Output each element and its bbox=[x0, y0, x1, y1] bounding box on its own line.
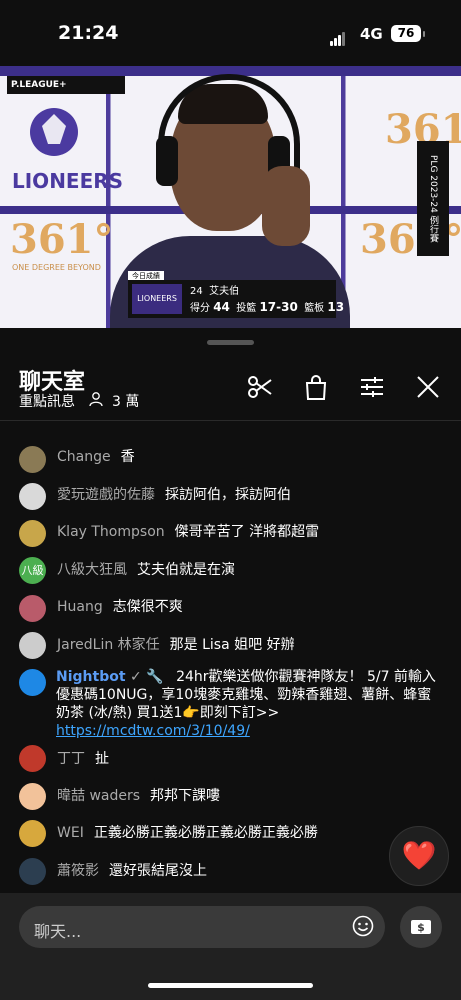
chat-message-nightbot: Nightbot ✓ 🔧 24hr歡樂送做你觀賽神隊友！ 5/7 前輸入優惠碼1… bbox=[56, 668, 441, 740]
chat-message: JaredLin 林家任 那是 Lisa 姐吧 好辦 bbox=[57, 636, 295, 654]
super-chat-button[interactable]: $ bbox=[400, 906, 442, 948]
message-text: 那是 Lisa 姐吧 好辦 bbox=[169, 637, 295, 653]
avatar[interactable] bbox=[19, 783, 46, 810]
dollar-icon: $ bbox=[411, 920, 431, 934]
headphone-cup bbox=[156, 136, 178, 186]
message-author[interactable]: Klay Thompson bbox=[57, 524, 165, 540]
home-indicator bbox=[148, 983, 313, 988]
chat-message: WEI 正義必勝正義必勝正義必勝正義必勝 bbox=[57, 824, 318, 842]
player-hand bbox=[262, 166, 310, 246]
message-text: 扯 bbox=[95, 751, 109, 767]
status-time: 21:24 bbox=[58, 22, 119, 44]
message-text: 正義必勝正義必勝正義必勝正義必勝 bbox=[93, 825, 318, 841]
avatar[interactable] bbox=[19, 858, 46, 885]
avatar[interactable] bbox=[19, 820, 46, 847]
chat-message: 丁丁扯 bbox=[57, 750, 109, 768]
message-text: 傑哥辛苦了 洋將都超雷 bbox=[174, 524, 320, 540]
chat-message: 愛玩遊戲的佐藤 採訪阿伯，採訪阿伯 bbox=[57, 486, 291, 504]
season-tag: PLG 2023-24 例行賽 bbox=[417, 141, 449, 256]
player-number: 24 bbox=[190, 286, 203, 297]
reb-value: 13 bbox=[327, 300, 345, 314]
chat-input-placeholder: 聊天... bbox=[34, 922, 82, 941]
chat-message: 暐喆 waders 邦邦下課嘍 bbox=[57, 787, 220, 805]
shopping-bag-icon[interactable] bbox=[302, 373, 330, 401]
chat-message: 八級大狂風 艾夫伯就是在演 bbox=[57, 561, 235, 579]
player-name: 艾夫伯 bbox=[209, 286, 240, 297]
message-author[interactable]: Change bbox=[57, 449, 111, 465]
avatar[interactable] bbox=[19, 483, 46, 510]
nightbot-avatar[interactable] bbox=[19, 669, 46, 696]
sponsor-tag: ONE DEGREE BEYOND bbox=[12, 263, 101, 272]
verified-icon: ✓ bbox=[129, 669, 142, 685]
reb-label: 籃板 bbox=[304, 303, 325, 314]
avatar[interactable] bbox=[19, 520, 46, 547]
chat-message: Huang 志傑很不爽 bbox=[57, 598, 183, 616]
team-logo: LIONEERS bbox=[12, 104, 124, 194]
network-label: 4G bbox=[360, 25, 383, 43]
message-author[interactable]: 愛玩遊戲的佐藤 bbox=[57, 487, 155, 503]
message-author[interactable]: WEI bbox=[57, 825, 84, 841]
message-author[interactable]: 丁丁 bbox=[57, 751, 85, 767]
drag-handle[interactable] bbox=[207, 340, 254, 345]
chat-message: Klay Thompson 傑哥辛苦了 洋將都超雷 bbox=[57, 523, 319, 541]
battery-tip bbox=[423, 31, 425, 37]
message-text: 志傑很不爽 bbox=[112, 599, 183, 615]
avatar[interactable] bbox=[19, 446, 46, 473]
avatar[interactable] bbox=[19, 595, 46, 622]
avatar[interactable] bbox=[19, 632, 46, 659]
message-author[interactable]: 八級大狂風 bbox=[57, 562, 127, 578]
scoreboard-player: 24 艾夫伯 bbox=[190, 282, 239, 297]
chat-message: 蕭筱影 還好張結尾沒上 bbox=[57, 862, 207, 880]
league-logo: P.LEAGUE+ bbox=[7, 76, 125, 94]
signal-icon bbox=[330, 27, 346, 46]
fg-value: 17-30 bbox=[259, 300, 298, 314]
header-divider bbox=[0, 420, 461, 421]
heart-reaction-button[interactable]: ❤️ bbox=[389, 826, 449, 886]
message-text: 艾夫伯就是在演 bbox=[137, 562, 235, 578]
avatar[interactable]: 八級 bbox=[19, 557, 46, 584]
points-label: 得分 bbox=[190, 303, 210, 314]
message-author[interactable]: Huang bbox=[57, 599, 103, 615]
chat-message: Change 香 bbox=[57, 448, 135, 466]
chat-mode-dropdown[interactable]: 重點訊息 bbox=[19, 391, 75, 411]
emoji-icon[interactable] bbox=[352, 915, 374, 937]
filter-icon[interactable] bbox=[358, 373, 386, 401]
message-author[interactable]: 蕭筱影 bbox=[57, 863, 99, 879]
message-text: 香 bbox=[120, 449, 135, 465]
promo-link[interactable]: https://mcdtw.com/3/10/49/ bbox=[56, 723, 250, 739]
scissors-icon[interactable] bbox=[246, 373, 274, 401]
video-player[interactable]: P.LEAGUE+ LIONEERS 361° ONE DEGREE BEYON… bbox=[0, 66, 461, 328]
message-text: 採訪阿伯，採訪阿伯 bbox=[165, 487, 291, 503]
viewer-count: 3 萬 bbox=[112, 394, 140, 410]
message-author[interactable]: Nightbot bbox=[56, 669, 126, 685]
svg-text:$: $ bbox=[417, 921, 425, 934]
fg-label: 投籃 bbox=[236, 303, 257, 314]
message-author[interactable]: 暐喆 waders bbox=[57, 788, 140, 804]
team-logo-text: LIONEERS bbox=[12, 169, 124, 193]
close-icon[interactable] bbox=[414, 373, 442, 401]
battery-icon: 76 bbox=[391, 25, 421, 42]
message-author[interactable]: JaredLin 林家任 bbox=[57, 637, 160, 653]
points-value: 44 bbox=[213, 300, 230, 314]
avatar[interactable] bbox=[19, 745, 46, 772]
person-icon bbox=[89, 392, 103, 407]
wrench-icon: 🔧 bbox=[146, 669, 164, 685]
message-text: 邦邦下課嘍 bbox=[150, 788, 221, 804]
status-bar: 21:24 4G 76 bbox=[0, 0, 461, 66]
scoreboard-team-logo: LIONEERS bbox=[132, 284, 182, 314]
message-text: 還好張結尾沒上 bbox=[109, 863, 207, 879]
sponsor-logo: 361° bbox=[10, 216, 114, 263]
scoreboard-stats: 得分 44 投籃 17-30 籃板 13 bbox=[190, 299, 344, 314]
